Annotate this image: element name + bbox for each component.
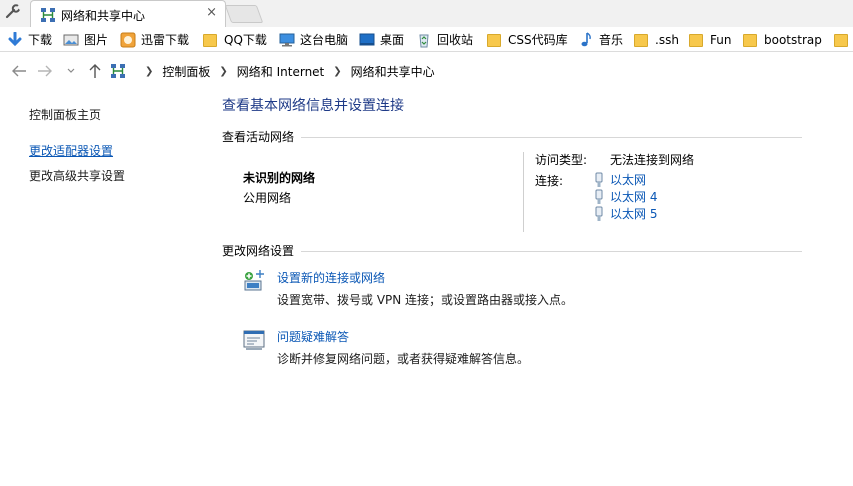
tab-title: 网络和共享中心 <box>61 9 146 23</box>
network-icon[interactable] <box>110 63 126 79</box>
breadcrumb-network-sharing-center[interactable]: 网络和共享中心 <box>351 63 435 80</box>
chevron-right-icon[interactable]: ❯ <box>219 66 227 77</box>
computer-icon <box>279 33 295 46</box>
bookmark-label: 下载 <box>28 33 53 47</box>
chevron-right-icon[interactable]: ❯ <box>145 66 153 77</box>
task-troubleshoot: 问题疑难解答 诊断并修复网络问题，或者获得疑难解答信息。 <box>242 328 762 372</box>
task-description: 设置宽带、拨号或 VPN 连接；或设置路由器或接入点。 <box>277 293 574 307</box>
access-type-label: 访问类型: <box>535 153 588 167</box>
browser-tab-strip: 网络和共享中心 × <box>0 0 853 27</box>
bookmarks-bar: 下载 图片 迅雷下载 QQ下载 这台电脑 桌面 回收站 CSS代码库 音乐 .s… <box>0 27 853 52</box>
troubleshoot-icon <box>243 330 265 350</box>
desktop-icon <box>359 33 375 45</box>
wrench-icon[interactable] <box>4 4 22 20</box>
chevron-right-icon[interactable]: ❯ <box>333 66 341 77</box>
section-divider <box>301 137 802 138</box>
folder-icon <box>689 32 705 48</box>
connection-ethernet-link[interactable]: 以太网 <box>594 171 646 188</box>
download-arrow-icon <box>8 31 22 46</box>
connection-label[interactable]: 以太网 4 <box>610 188 657 205</box>
page-title: 查看基本网络信息并设置连接 <box>222 98 404 114</box>
forward-arrow-icon[interactable] <box>36 62 54 80</box>
recent-dropdown-icon[interactable] <box>62 62 80 80</box>
breadcrumb: ❯ 控制面板 ❯ 网络和 Internet ❯ 网络和共享中心 <box>110 61 435 81</box>
bookmark-bootstrap[interactable]: bootstrap <box>743 30 822 49</box>
vertical-divider <box>523 152 524 232</box>
task-new-connection: 设置新的连接或网络 设置宽带、拨号或 VPN 连接；或设置路由器或接入点。 <box>242 269 762 313</box>
change-network-settings-heading: 更改网络设置 <box>222 244 295 258</box>
folder-icon <box>634 32 650 48</box>
new-connection-icon <box>244 270 264 291</box>
bookmark-label: 这台电脑 <box>300 33 349 47</box>
change-advanced-sharing-link[interactable]: 更改高级共享设置 <box>29 167 125 184</box>
folder-icon <box>743 32 759 48</box>
connection-ethernet-4-link[interactable]: 以太网 4 <box>594 188 657 205</box>
connection-label[interactable]: 以太网 <box>610 171 646 188</box>
connection-label[interactable]: 以太网 5 <box>610 205 657 222</box>
task-description: 诊断并修复网络问题，或者获得疑难解答信息。 <box>277 352 530 366</box>
browser-tab[interactable]: 网络和共享中心 × <box>30 0 226 27</box>
bookmark-fun[interactable]: Fun <box>689 30 731 49</box>
tab-close-button[interactable]: × <box>206 6 217 20</box>
network-type[interactable]: 公用网络 <box>243 189 291 206</box>
connections-label: 连接: <box>535 174 564 188</box>
bookmark-label: 回收站 <box>437 33 474 47</box>
bookmark-label: 音乐 <box>599 33 624 47</box>
bookmark-label: .ssh <box>655 32 679 47</box>
back-arrow-icon[interactable] <box>10 62 28 80</box>
bookmark-overflow[interactable] <box>834 30 853 49</box>
bookmark-music[interactable]: 音乐 <box>578 30 623 49</box>
bookmark-label: 图片 <box>84 33 109 47</box>
access-type-value: 无法连接到网络 <box>610 153 695 167</box>
bookmark-desktop[interactable]: 桌面 <box>359 30 404 49</box>
bookmark-label: CSS代码库 <box>508 33 568 47</box>
breadcrumb-network-internet[interactable]: 网络和 Internet <box>237 63 324 80</box>
ethernet-plug-icon <box>595 206 603 221</box>
network-name: 未识别的网络 <box>243 171 316 185</box>
bookmark-label: 桌面 <box>380 33 405 47</box>
folder-icon <box>203 32 219 48</box>
music-note-icon <box>581 31 591 46</box>
bookmark-ssh[interactable]: .ssh <box>634 30 679 49</box>
bookmark-this-pc[interactable]: 这台电脑 <box>279 30 348 49</box>
bookmark-label: QQ下载 <box>224 33 267 47</box>
bookmark-recycle-bin[interactable]: 回收站 <box>416 30 473 49</box>
bookmark-css-library[interactable]: CSS代码库 <box>487 30 568 49</box>
control-panel-home-link[interactable]: 控制面板主页 <box>29 106 101 123</box>
bookmark-download[interactable]: 下载 <box>7 30 52 49</box>
bookmark-label: 迅雷下载 <box>141 33 190 47</box>
left-task-pane: 控制面板主页 更改适配器设置 更改高级共享设置 <box>0 90 210 486</box>
new-tab-button[interactable] <box>224 5 264 23</box>
folder-icon <box>834 32 850 48</box>
recycle-bin-icon <box>419 34 429 47</box>
setup-new-connection-link[interactable]: 设置新的连接或网络 <box>277 269 385 286</box>
network-icon <box>41 8 55 22</box>
change-adapter-settings-link[interactable]: 更改适配器设置 <box>29 142 113 159</box>
ethernet-plug-icon <box>595 189 603 204</box>
troubleshoot-problems-link[interactable]: 问题疑难解答 <box>277 328 349 345</box>
ethernet-plug-icon <box>595 172 603 187</box>
breadcrumb-control-panel[interactable]: 控制面板 <box>162 63 210 80</box>
bookmark-qq-download[interactable]: QQ下载 <box>203 30 267 49</box>
address-bar: ❯ 控制面板 ❯ 网络和 Internet ❯ 网络和共享中心 <box>0 58 853 84</box>
folder-icon <box>487 32 503 48</box>
image-icon <box>63 34 79 45</box>
bookmark-thunder[interactable]: 迅雷下载 <box>120 30 189 49</box>
thunder-app-icon <box>120 32 136 47</box>
active-networks-heading: 查看活动网络 <box>222 130 295 144</box>
bookmark-label: bootstrap <box>764 32 822 47</box>
section-divider <box>301 251 802 252</box>
bookmark-pictures[interactable]: 图片 <box>63 30 108 49</box>
bookmark-label: Fun <box>710 32 732 47</box>
up-arrow-icon[interactable] <box>86 62 104 80</box>
connection-ethernet-5-link[interactable]: 以太网 5 <box>594 205 657 222</box>
